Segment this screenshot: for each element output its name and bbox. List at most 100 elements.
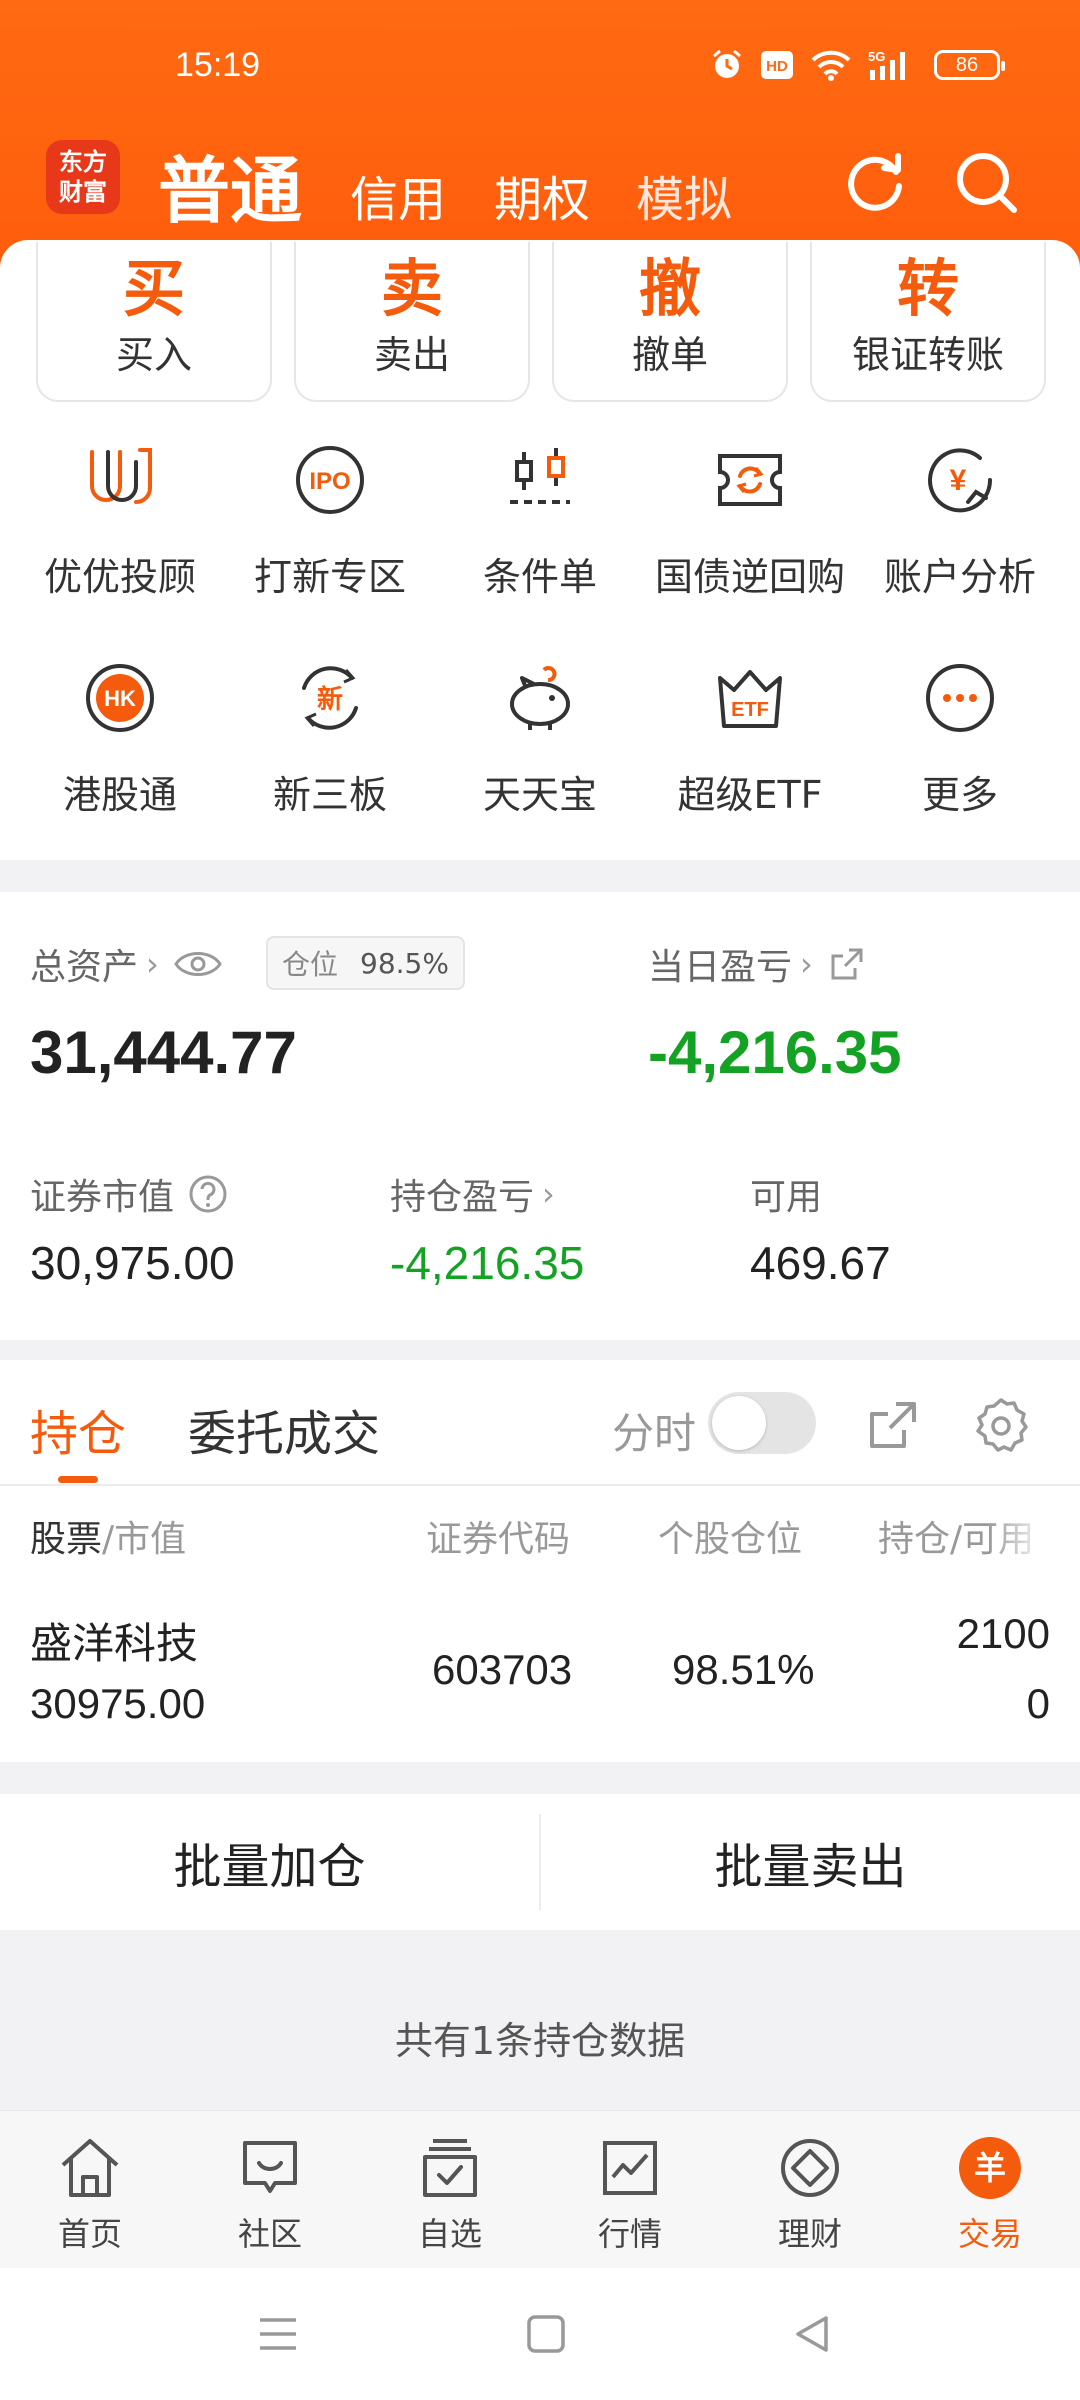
hd-icon: HD — [761, 51, 793, 79]
help-icon[interactable] — [188, 1174, 228, 1214]
intraday-toggle[interactable] — [708, 1392, 816, 1454]
tab-simulated[interactable]: 模拟 — [636, 160, 732, 230]
positions-tabs: 持仓 委托成交 分时 — [0, 1360, 1080, 1486]
active-tab-indicator — [58, 1476, 98, 1483]
home-icon — [61, 2139, 119, 2197]
col-stock-sub-label: /市值 — [102, 1519, 187, 1560]
candlestick-icon — [510, 448, 570, 504]
available-label: 可用 — [750, 1177, 823, 1218]
grid-item-conditional[interactable]: 条件单 — [435, 440, 645, 601]
quick-actions: 买 买入 卖 卖出 撤 撤单 转 银证转账 — [36, 242, 1046, 402]
nav-watchlist[interactable]: 自选 — [360, 2111, 540, 2268]
assets-summary: 总资产 › 仓位 98.5% 当日盈亏 › 31,444.77 -4,216.3… — [0, 892, 1080, 1340]
refresh-icon[interactable] — [840, 148, 910, 218]
app-logo: 东方 财富 — [46, 140, 120, 214]
col-header-weight: 个股仓位 — [658, 1519, 803, 1560]
market-value-row: 证券市值 — [30, 1168, 228, 1220]
grid-item-youyou[interactable]: 优优投顾 — [15, 440, 225, 601]
svg-text:新: 新 — [317, 684, 343, 715]
cancel-label: 撤单 — [631, 333, 708, 377]
svg-text:HD: HD — [766, 58, 788, 75]
chevron-right-icon: › — [146, 945, 159, 983]
daily-pl-link[interactable]: 当日盈亏 › — [648, 938, 867, 990]
chevron-right-icon: › — [800, 945, 813, 983]
nav-home[interactable]: 首页 — [0, 2111, 180, 2268]
grid-label-hk-connect: 港股通 — [62, 773, 177, 817]
tab-credit[interactable]: 信用 — [350, 160, 446, 230]
grid-label-account-analysis: 账户分析 — [883, 555, 1036, 599]
nav-market[interactable]: 行情 — [540, 2111, 720, 2268]
bottom-nav: 首页 社区 自选 行情 理财 羊 交易 — [0, 2110, 1080, 2268]
tab-options[interactable]: 期权 — [494, 160, 590, 230]
tab-holdings[interactable]: 持仓 — [30, 1394, 126, 1464]
total-assets-link[interactable]: 总资产 › — [30, 938, 223, 990]
wifi-icon — [811, 50, 851, 81]
daily-pl-label: 当日盈亏 — [648, 947, 793, 988]
share-icon[interactable] — [827, 944, 867, 984]
grid-item-hk-connect[interactable]: HK 港股通 — [15, 658, 225, 819]
nav-community-label: 社区 — [237, 2215, 302, 2253]
nav-wealth[interactable]: 理财 — [720, 2111, 900, 2268]
holding-pl-value: -4,216.35 — [390, 1237, 585, 1289]
stock-market-value: 30975.00 — [30, 1680, 206, 1727]
transfer-glyph: 转 — [896, 252, 959, 325]
trade-icon: 羊 — [959, 2137, 1021, 2199]
external-link-icon[interactable] — [864, 1396, 922, 1454]
buy-button[interactable]: 买 买入 — [36, 242, 272, 402]
batch-add-button[interactable]: 批量加仓 — [0, 1794, 539, 1930]
buy-label: 买入 — [115, 333, 192, 377]
grid-label-new-third-board: 新三板 — [272, 773, 387, 817]
bank-transfer-button[interactable]: 转 银证转账 — [810, 242, 1046, 402]
status-icons: HD 5G 86 — [710, 48, 1005, 82]
svg-text:¥: ¥ — [950, 464, 967, 497]
position-ratio-value: 98.5% — [360, 946, 449, 980]
more-icon — [926, 664, 994, 732]
batch-actions: 批量加仓 批量卖出 — [0, 1794, 1080, 1930]
sell-button[interactable]: 卖 卖出 — [294, 242, 530, 402]
col-stock-label: 股票 — [30, 1519, 103, 1560]
account-nav: 东方 财富 普通 信用 期权 模拟 — [0, 130, 1080, 233]
cancel-order-button[interactable]: 撤 撤单 — [552, 242, 788, 402]
batch-sell-button[interactable]: 批量卖出 — [541, 1794, 1080, 1930]
col-header-code: 证券代码 — [426, 1519, 571, 1560]
sell-label: 卖出 — [373, 333, 450, 377]
grid-item-ipo[interactable]: IPO 打新专区 — [225, 440, 435, 601]
search-icon[interactable] — [952, 148, 1022, 218]
nav-community[interactable]: 社区 — [180, 2111, 360, 2268]
total-assets-label: 总资产 — [30, 947, 139, 988]
nav-market-label: 行情 — [597, 2215, 662, 2253]
grid-item-more[interactable]: 更多 — [855, 658, 1065, 819]
watchlist-icon — [423, 2139, 477, 2197]
sell-glyph: 卖 — [380, 252, 443, 325]
tab-orders[interactable]: 委托成交 — [188, 1394, 380, 1464]
stock-available-qty: 0 — [1026, 1680, 1050, 1727]
gear-icon[interactable] — [972, 1396, 1030, 1454]
svg-text:5G: 5G — [868, 49, 885, 64]
menu-icon[interactable] — [256, 2312, 300, 2356]
grid-item-new-third-board[interactable]: 新 新三板 — [225, 658, 435, 819]
back-icon[interactable] — [790, 2312, 834, 2356]
eye-icon[interactable] — [173, 946, 223, 982]
alarm-icon — [713, 49, 741, 78]
holding-pl-link[interactable]: 持仓盈亏 › — [390, 1168, 555, 1220]
home-square-icon[interactable] — [524, 2312, 568, 2356]
svg-text:HK: HK — [104, 686, 136, 711]
intraday-label: 分时 — [612, 1409, 697, 1458]
grid-item-account-analysis[interactable]: ¥ 账户分析 — [855, 440, 1065, 601]
battery-level: 86 — [955, 53, 979, 76]
market-value-label: 证券市值 — [30, 1177, 175, 1218]
stock-hold-qty: 2100 — [956, 1610, 1050, 1657]
stock-name: 盛洋科技 — [30, 1619, 199, 1668]
piggy-bank-icon — [510, 666, 570, 730]
tab-normal[interactable]: 普通 — [158, 132, 302, 237]
grid-item-tiantianbao[interactable]: 天天宝 — [435, 658, 645, 819]
position-ratio-label: 仓位 — [282, 948, 339, 981]
nav-trade[interactable]: 羊 交易 — [900, 2111, 1080, 2268]
nav-watchlist-label: 自选 — [417, 2215, 482, 2253]
ipo-icon: IPO — [296, 446, 364, 514]
new-board-icon: 新 — [302, 666, 358, 730]
grid-item-super-etf[interactable]: ETF 超级ETF — [645, 658, 855, 819]
grid-item-bond-repo[interactable]: 国债逆回购 — [645, 440, 855, 601]
logo-line-2: 财富 — [59, 177, 107, 206]
buy-glyph: 买 — [122, 252, 185, 325]
